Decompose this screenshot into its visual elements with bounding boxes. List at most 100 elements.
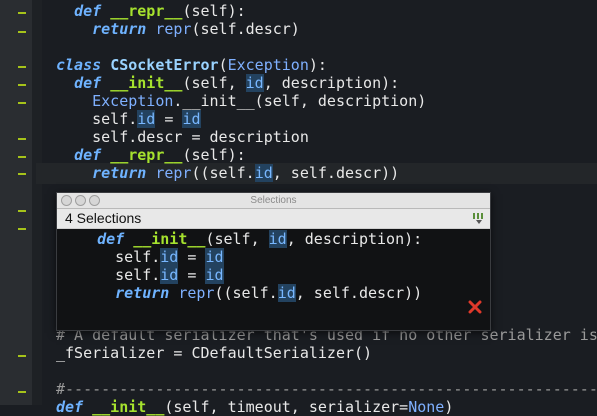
gutter-edge [32,0,42,405]
code-token: repr [155,20,192,38]
code-token: ((self. [214,284,278,302]
code-token: None [408,398,445,416]
code-token: = [155,110,183,128]
code-line: return repr(self.descr) [56,20,300,38]
code-token: id [254,164,273,182]
gutter-mark [18,102,26,104]
code-token: id [160,266,179,284]
code-token: self. [56,110,138,128]
code-token: id [137,110,156,128]
code-token: def [74,74,102,92]
gutter-mark [18,31,26,33]
selections-panel[interactable]: Selections 4 Selections def __init__(sel… [56,192,491,331]
code-line: def __repr__(self): [56,2,246,20]
code-token: repr [155,164,192,182]
code-token: __init__ [133,230,206,248]
panel-titlebar[interactable]: Selections [57,193,490,209]
code-line: def __init__(self, id, description): [56,74,399,92]
close-x-icon[interactable] [468,300,482,314]
gutter-mark [18,355,26,357]
code-token: #---------------------------------------… [56,380,597,398]
code-token: def [74,146,102,164]
code-token: id [182,110,201,128]
code-token: return [115,284,170,302]
code-token: return [92,164,147,182]
code-token: id [277,284,296,302]
code-token: def [56,398,84,416]
code-line: def __init__(self, timeout, serializer=N… [56,398,453,416]
panel-title: Selections [250,195,297,206]
code-token: (self, timeout, serializer= [164,398,409,416]
code-token: ) [444,398,454,416]
code-line: self.descr = description [56,128,309,146]
code-line: self.id = id [56,110,201,128]
code-line: return repr((self.id, self.descr)) [56,164,399,182]
code-token: class [56,56,102,74]
code-token: ( [218,56,228,74]
code-token: def [97,230,125,248]
code-token: = [178,248,206,266]
gutter-mark [18,12,26,14]
selections-list[interactable]: def __init__(self, id, description): sel… [57,229,490,330]
code-token: return [92,20,147,38]
code-token: ((self. [191,164,255,182]
filter-menu-icon[interactable] [472,212,486,225]
code-token: CSocketError [110,56,219,74]
code-token: (self, [182,74,246,92]
code-line: self.id = id [79,266,224,284]
code-token: (self.descr) [191,20,300,38]
code-token: Exception [227,56,309,74]
code-token: __init__ [92,398,165,416]
code-token: , self.descr)) [295,284,423,302]
code-token: , self.descr)) [272,164,400,182]
gutter-mark [18,156,26,158]
gutter-mark [18,210,26,212]
code-token: _fSerializer = CDefaultSerializer() [56,344,373,362]
code-token: (self): [182,146,246,164]
code-token: id [245,74,264,92]
code-token: id [268,230,287,248]
gutter-mark [18,66,26,68]
code-line: #---------------------------------------… [56,380,597,398]
code-line: class CSocketError(Exception): [56,56,327,74]
code-token: self.descr = description [56,128,309,146]
code-token: Exception [92,92,174,110]
gutter-mark [18,391,26,393]
gutter [0,0,32,405]
code-token: __repr__ [110,2,183,20]
code-line: Exception.__init__(self, description) [56,92,426,110]
code-token: , description): [286,230,423,248]
code-token: id [205,266,224,284]
code-line: self.id = id [79,248,224,266]
code-token: , description): [263,74,400,92]
code-line: def __repr__(self): [56,146,246,164]
code-line: _fSerializer = CDefaultSerializer() [56,344,372,362]
selections-count-label: 4 Selections [65,210,142,226]
code-token: self. [79,266,161,284]
code-line: def __init__(self, id, description): [79,230,422,248]
code-token: self. [79,248,161,266]
code-token: def [74,2,102,20]
code-token: __repr__ [110,146,183,164]
gutter-mark [18,138,26,140]
code-line: return repr((self.id, self.descr)) [79,284,422,302]
code-token: = [178,266,206,284]
gutter-mark [18,228,26,230]
code-token: (self): [182,2,246,20]
code-token: (self, [205,230,269,248]
selections-header: 4 Selections [57,209,490,229]
code-token: ): [308,56,327,74]
